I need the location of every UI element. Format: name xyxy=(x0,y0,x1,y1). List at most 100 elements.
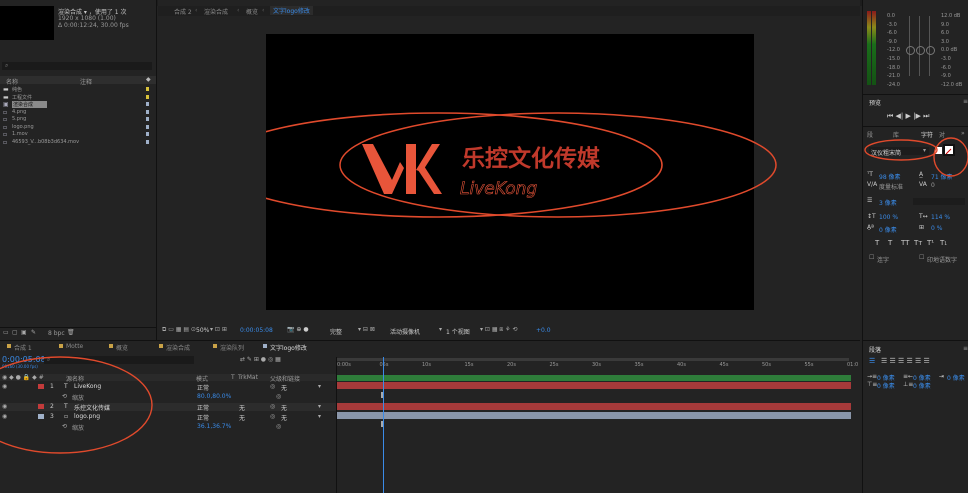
views-dropdown[interactable]: 1 个视图 xyxy=(446,327,470,336)
timeline-timecode[interactable]: 0:00:05:08 xyxy=(2,355,46,364)
playback-controls[interactable]: ⏮ ◀| ▶ |▶ ⏭ xyxy=(887,112,929,121)
camera-dropdown[interactable]: 活动摄像机 xyxy=(390,327,420,336)
stroke-width-value[interactable]: 3 像素 xyxy=(879,198,897,207)
col-name[interactable]: 名称 xyxy=(6,77,18,86)
interpret-footage-icon[interactable]: ▭ xyxy=(3,329,9,336)
hindi-digits-checkbox[interactable]: ☐ xyxy=(919,254,924,261)
layer-bar-3[interactable] xyxy=(337,412,851,419)
layer-row[interactable]: ◉ 3 ▫ logo.png 正常 无 ◎ 无 ▾ xyxy=(0,413,336,422)
layer-parent[interactable]: 无 xyxy=(281,413,287,422)
fit-icon[interactable]: ▾ ⊡ ⊞ xyxy=(210,326,227,333)
text-style-button[interactable]: Tт xyxy=(914,239,922,247)
project-item[interactable]: ▣ 渲染合成 xyxy=(0,101,156,108)
comp-timecode[interactable]: 0:00:05:08 xyxy=(240,327,273,334)
project-item[interactable]: ▫ 46593_V...b08b3d634.mov xyxy=(0,139,156,146)
work-area-bar[interactable] xyxy=(337,358,849,361)
pen-icon[interactable]: ✎ xyxy=(31,329,36,336)
render-icons[interactable]: ▾ ⊡ ▦ ⧈ ⚘ ⟲ xyxy=(480,326,517,334)
comp-viewer[interactable]: 乐控文化传媒 LiveKong xyxy=(266,34,754,310)
pickwhip-icon[interactable]: ◎ xyxy=(276,393,281,400)
tab-library[interactable]: 库 xyxy=(893,130,899,139)
pickwhip-icon[interactable]: ◎ xyxy=(270,413,275,420)
project-search-input[interactable]: ⌕ xyxy=(2,62,152,70)
layer-mode[interactable]: 正常 xyxy=(197,413,209,422)
label-color-tag[interactable] xyxy=(146,132,149,136)
layer-name[interactable]: 乐控文化传媒 xyxy=(74,403,110,412)
menu-icon[interactable]: ≡ xyxy=(963,345,968,352)
project-item[interactable]: ▬ 工程文件 xyxy=(0,94,156,101)
stroke-type-dropdown[interactable] xyxy=(913,198,965,205)
text-style-button[interactable]: T¹ xyxy=(927,239,934,247)
current-time-indicator[interactable] xyxy=(383,357,384,493)
layer-bar-1-top[interactable] xyxy=(337,375,851,381)
col-parent[interactable]: 父级和链接 xyxy=(270,374,300,383)
col-comment[interactable]: 注释 xyxy=(80,77,92,86)
layer-parent[interactable]: 无 xyxy=(281,403,287,412)
tracking-value[interactable]: 0 xyxy=(931,182,935,189)
timeline-tab[interactable]: 渲染合成 xyxy=(166,343,190,352)
layer-parent[interactable]: 无 xyxy=(281,383,287,392)
project-item[interactable]: ▬ 纯色 xyxy=(0,86,156,93)
tab-character[interactable]: 字符 xyxy=(921,130,933,139)
layer-label-color[interactable] xyxy=(38,384,44,389)
quality-dropdown[interactable]: 完整 xyxy=(330,327,342,336)
comp-tab-3[interactable]: 概览 xyxy=(246,7,258,16)
timeline-tab[interactable]: Motte xyxy=(66,343,83,350)
pickwhip-icon[interactable]: ◎ xyxy=(270,403,275,410)
kerning-value[interactable]: 度量标准 xyxy=(879,182,903,191)
layer-mode[interactable]: 正常 xyxy=(197,383,209,392)
chevron-right-icon[interactable]: » xyxy=(961,130,965,137)
project-item[interactable]: ▫ logo.png xyxy=(0,124,156,131)
label-color-tag[interactable] xyxy=(146,109,149,114)
time-ruler[interactable]: 0:00s05s10s15s20s25s30s35s40s45s50s55s01… xyxy=(337,362,858,372)
horizontal-scale-value[interactable]: 114 % xyxy=(931,214,950,221)
baseline-value[interactable]: 0 像素 xyxy=(879,225,897,234)
chevron-down-icon[interactable]: ▾ xyxy=(318,403,321,410)
audio-slider-knob[interactable] xyxy=(926,46,935,55)
chevron-down-icon[interactable]: ▾ xyxy=(318,413,321,420)
ligatures-checkbox[interactable]: ☐ xyxy=(869,254,874,261)
pickwhip-icon[interactable]: ◎ xyxy=(276,423,281,430)
eye-icon[interactable]: ◉ xyxy=(2,383,7,390)
new-folder-icon[interactable]: ▢ xyxy=(12,329,18,336)
vertical-scale-value[interactable]: 100 % xyxy=(879,214,898,221)
menu-icon[interactable]: ≡ xyxy=(963,98,968,105)
layer-row[interactable]: ◉ 1 T LiveKong 正常 ◎ 无 ▾ xyxy=(0,383,336,392)
timeline-tab[interactable]: 渲染队列 xyxy=(220,343,244,352)
keyframe-marker[interactable] xyxy=(381,392,383,398)
text-style-button[interactable]: T₁ xyxy=(940,239,947,247)
align-buttons[interactable]: ☰ ☰ ☰ ☰ ☰ ☰ xyxy=(881,357,930,365)
layer-bar-2[interactable] xyxy=(337,403,851,410)
snapshot-icon[interactable]: 📷 ⊕ ● xyxy=(287,326,309,333)
font-dropdown[interactable]: 汉仪粗宋简 ▾ xyxy=(869,147,929,157)
first-line-value[interactable]: 0 像素 xyxy=(947,373,965,382)
project-item[interactable]: ▫ 1.mov xyxy=(0,131,156,138)
align-left-icon[interactable]: ☰ xyxy=(869,357,875,365)
leading-value[interactable]: 71 像素 xyxy=(931,172,953,181)
project-item[interactable]: ▫ 5.png xyxy=(0,116,156,123)
stroke-color-swatch[interactable] xyxy=(943,144,955,156)
layer-label-color[interactable] xyxy=(38,404,44,409)
fill-color-swatch[interactable] xyxy=(935,147,942,154)
timeline-switch-icons[interactable]: ⇄ ✎ ⊞ ● ◎ ▦ xyxy=(240,356,281,363)
eye-icon[interactable]: ◉ xyxy=(2,403,7,410)
tsume-value[interactable]: 0 % xyxy=(931,225,942,232)
col-t[interactable]: T xyxy=(231,374,235,381)
comp-tab-2[interactable]: 渲染合成 xyxy=(204,7,228,16)
scale-value[interactable]: 36.1,36.7% xyxy=(197,423,231,430)
label-color-tag[interactable] xyxy=(146,139,149,144)
eye-icon[interactable]: ◉ xyxy=(2,413,7,420)
layer-label-color[interactable] xyxy=(38,414,44,419)
label-color-tag[interactable] xyxy=(146,94,149,99)
chevron-down-icon[interactable]: ▾ xyxy=(439,326,442,333)
layer-row[interactable]: ◉ 2 T 乐控文化传媒 正常 无 ◎ 无 ▾ xyxy=(0,403,336,412)
tab-align[interactable]: 对 xyxy=(939,130,945,139)
stopwatch-icon[interactable]: ⟲ xyxy=(62,423,67,430)
col-source-name[interactable]: 源名称 xyxy=(66,374,84,383)
project-item[interactable]: ▫ 4.png xyxy=(0,109,156,116)
exposure-value[interactable]: +0.0 xyxy=(536,327,551,334)
timeline-tab[interactable]: 合成 1 xyxy=(14,343,32,352)
audio-slider-knob[interactable] xyxy=(916,46,925,55)
text-style-button[interactable]: T xyxy=(875,239,879,247)
label-color-tag[interactable] xyxy=(146,124,149,129)
